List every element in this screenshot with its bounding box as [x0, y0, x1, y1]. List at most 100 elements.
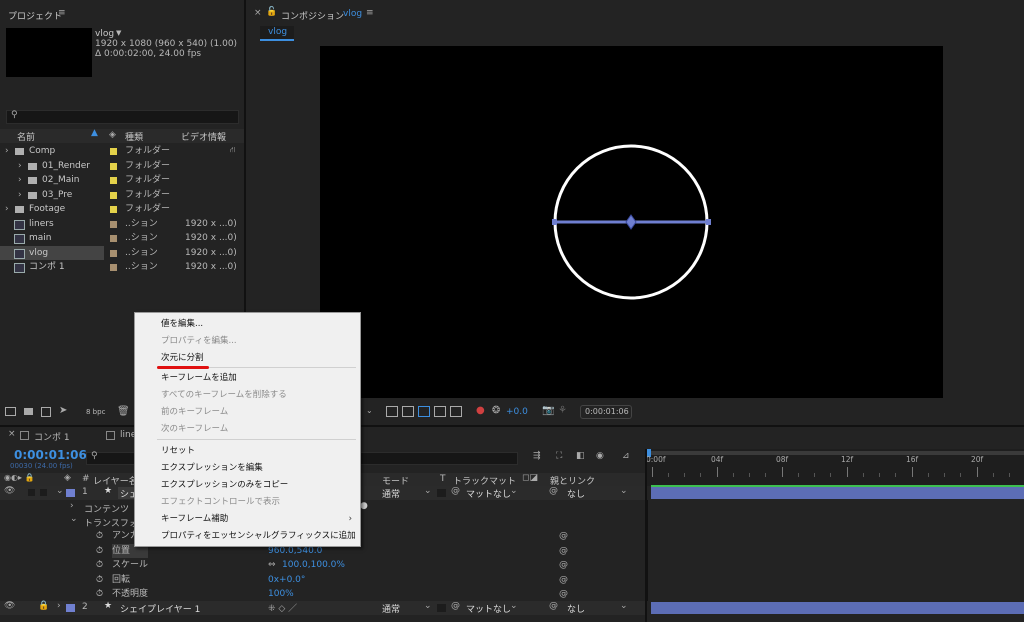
current-time[interactable]: 0:00:01:06 [14, 448, 87, 462]
shy-layers-icon[interactable]: ◧ [576, 451, 585, 461]
project-row[interactable]: liners ..ション 1920 x ...0) [0, 217, 237, 231]
property-value[interactable]: 0x+0.0° [268, 573, 305, 587]
context-menu-item[interactable]: リセット [135, 443, 360, 460]
frame-blending-icon[interactable]: ◉ [596, 451, 604, 461]
project-row[interactable]: › Comp フォルダー [0, 144, 232, 158]
composition-panel-title[interactable]: コンポジション [281, 9, 344, 22]
comp-tab-vlog[interactable]: vlog [260, 26, 294, 41]
chevron-right-icon[interactable]: › [5, 202, 9, 216]
comp-viewer[interactable] [320, 46, 943, 398]
parent-pickwhip-icon[interactable]: @ [549, 601, 558, 611]
render-queue-icon[interactable]: ➤ [59, 405, 67, 416]
label-color-swatch[interactable] [110, 177, 117, 184]
project-row[interactable]: vlog ..ション 1920 x ...0) [0, 245, 237, 260]
transform-property-row[interactable]: ⏱ 回転 0x+0.0° @ [0, 573, 646, 587]
chevron-right-icon[interactable]: › [57, 601, 61, 611]
interpret-footage-icon[interactable] [5, 407, 16, 416]
current-time-field[interactable]: 0:00:01:06 [580, 405, 632, 419]
layer-switches-icons[interactable]: ⁜ ◇ ／ [268, 601, 297, 614]
context-menu-item[interactable]: キーフレームを追加 [135, 370, 360, 387]
label-tag-icon[interactable]: ◈ [64, 473, 71, 483]
label-color-swatch[interactable] [66, 489, 75, 497]
stopwatch-icon[interactable]: ⏱ [96, 544, 103, 558]
transform-property-row[interactable]: ⏱ 不透明度 100% @ [0, 587, 646, 601]
sort-up-icon[interactable]: ▲ [91, 128, 98, 138]
parent-pickwhip-icon[interactable]: @ [549, 486, 558, 496]
property-value[interactable]: 100% [268, 587, 294, 601]
layer-name[interactable]: シェイプレイヤー 1 [120, 602, 200, 615]
mode-select[interactable]: 通常 [382, 602, 400, 615]
project-row[interactable]: › 03_Pre フォルダー [0, 188, 232, 202]
context-menu-item[interactable]: 次のキーフレーム [135, 421, 360, 438]
project-search-input[interactable]: ⚲ [6, 110, 239, 124]
lock-icon[interactable]: 🔒 [38, 601, 49, 611]
visibility-eye-icon[interactable]: 👁 [4, 601, 15, 611]
chevron-down-icon[interactable]: ⌄ [56, 486, 64, 496]
label-color-swatch[interactable] [110, 206, 117, 213]
context-menu-item[interactable]: 前のキーフレーム [135, 404, 360, 421]
context-menu-item[interactable]: すべてのキーフレームを削除する [135, 387, 360, 404]
chevron-down-icon[interactable]: ⌄ [424, 486, 432, 496]
add-icon[interactable]: ● [360, 501, 368, 511]
label-color-swatch[interactable] [110, 162, 117, 170]
constrain-proportions-icon[interactable]: ⇔ [268, 558, 276, 572]
layer-duration-bar[interactable] [651, 602, 1024, 614]
spiral-icon[interactable]: @ [451, 601, 460, 611]
context-menu-item[interactable]: エクスプレッションを編集 [135, 460, 360, 477]
bpc-label[interactable]: 8 bpc [86, 408, 105, 416]
label-color-swatch[interactable] [110, 220, 117, 228]
track-matte-select[interactable]: マットなし [466, 602, 511, 615]
context-menu-item[interactable]: エフェクトコントロールで表示 [135, 494, 360, 511]
label-color-swatch[interactable] [110, 249, 117, 257]
label-color-swatch[interactable] [66, 604, 75, 612]
snapshot-icon[interactable]: 📷 [542, 405, 554, 416]
chevron-down-icon[interactable]: ⌄ [510, 601, 518, 611]
time-ruler[interactable]: 0:00f 04f 08f 12f 16f 20f [646, 449, 1024, 486]
column-type[interactable]: 種類 [125, 130, 143, 143]
stopwatch-icon[interactable]: ⏱ [96, 529, 103, 543]
grid-guides-icon[interactable] [450, 406, 462, 417]
chevron-right-icon[interactable]: › [18, 173, 22, 187]
context-menu-item[interactable]: 値を編集... [135, 316, 360, 333]
visibility-eye-icon[interactable]: 👁 [4, 486, 15, 496]
context-menu-item[interactable]: エクスプレッションのみをコピー [135, 477, 360, 494]
panel-menu-icon[interactable]: ≡ [366, 8, 374, 18]
track-matte-select[interactable]: マットなし [466, 487, 511, 500]
exposure-value[interactable]: +0.0 [506, 407, 528, 417]
composition-name[interactable]: vlog [343, 9, 362, 19]
chevron-right-icon[interactable]: › [18, 188, 22, 202]
spiral-icon[interactable]: @ [451, 486, 460, 496]
graph-editor-icon[interactable]: ⊿ [622, 451, 630, 461]
label-color-swatch[interactable] [110, 235, 117, 242]
lock-box[interactable] [40, 489, 47, 496]
timeline-tab-comp1[interactable]: × コンポ 1 [0, 427, 100, 443]
expression-pickwhip-icon[interactable]: @ [559, 529, 568, 543]
comp-mini-flowchart-icon[interactable]: ⇶ [533, 451, 541, 461]
show-snapshot-icon[interactable]: ⚘ [558, 405, 567, 416]
lock-icon[interactable]: 🔓 [266, 7, 277, 17]
stopwatch-icon[interactable]: ⏱ [96, 573, 103, 587]
layer-row[interactable]: 👁 🔒 › 2 ★ シェイプレイヤー 1 ⁜ ◇ ／ 通常 ⌄ @ マットなし … [0, 601, 646, 615]
context-menu-item[interactable]: プロパティをエッセンシャルグラフィックスに追加 [135, 528, 360, 545]
dropdown-arrow-icon[interactable]: ⌄ [366, 406, 373, 415]
column-video[interactable]: ビデオ情報 [181, 130, 226, 143]
label-tag-icon[interactable]: ◈ [109, 130, 116, 140]
safe-zones-icon[interactable] [434, 406, 446, 417]
expression-pickwhip-icon[interactable]: @ [559, 573, 568, 587]
preserve-transparency-box[interactable] [437, 489, 446, 497]
property-value[interactable]: 100.0,100.0% [282, 558, 345, 572]
region-of-interest-icon[interactable] [386, 406, 398, 417]
label-color-swatch[interactable] [110, 264, 117, 271]
expression-pickwhip-icon[interactable]: @ [559, 544, 568, 558]
expression-pickwhip-icon[interactable]: @ [559, 558, 568, 572]
context-menu-item[interactable]: プロパティを編集... [135, 333, 360, 350]
mask-visibility-icon[interactable] [418, 406, 430, 417]
expression-pickwhip-icon[interactable]: @ [559, 587, 568, 601]
dropdown-arrow-icon[interactable]: ▼ [116, 29, 121, 37]
project-row[interactable]: コンポ 1 ..ション 1920 x ...0) [0, 260, 237, 274]
transform-property-row[interactable]: ⏱ スケール ⇔ 100.0,100.0% @ [0, 558, 646, 572]
layer-duration-bar[interactable] [651, 487, 1024, 499]
parent-select[interactable]: なし [567, 487, 585, 500]
solo-box[interactable] [28, 489, 35, 496]
new-comp-icon[interactable] [41, 407, 51, 417]
